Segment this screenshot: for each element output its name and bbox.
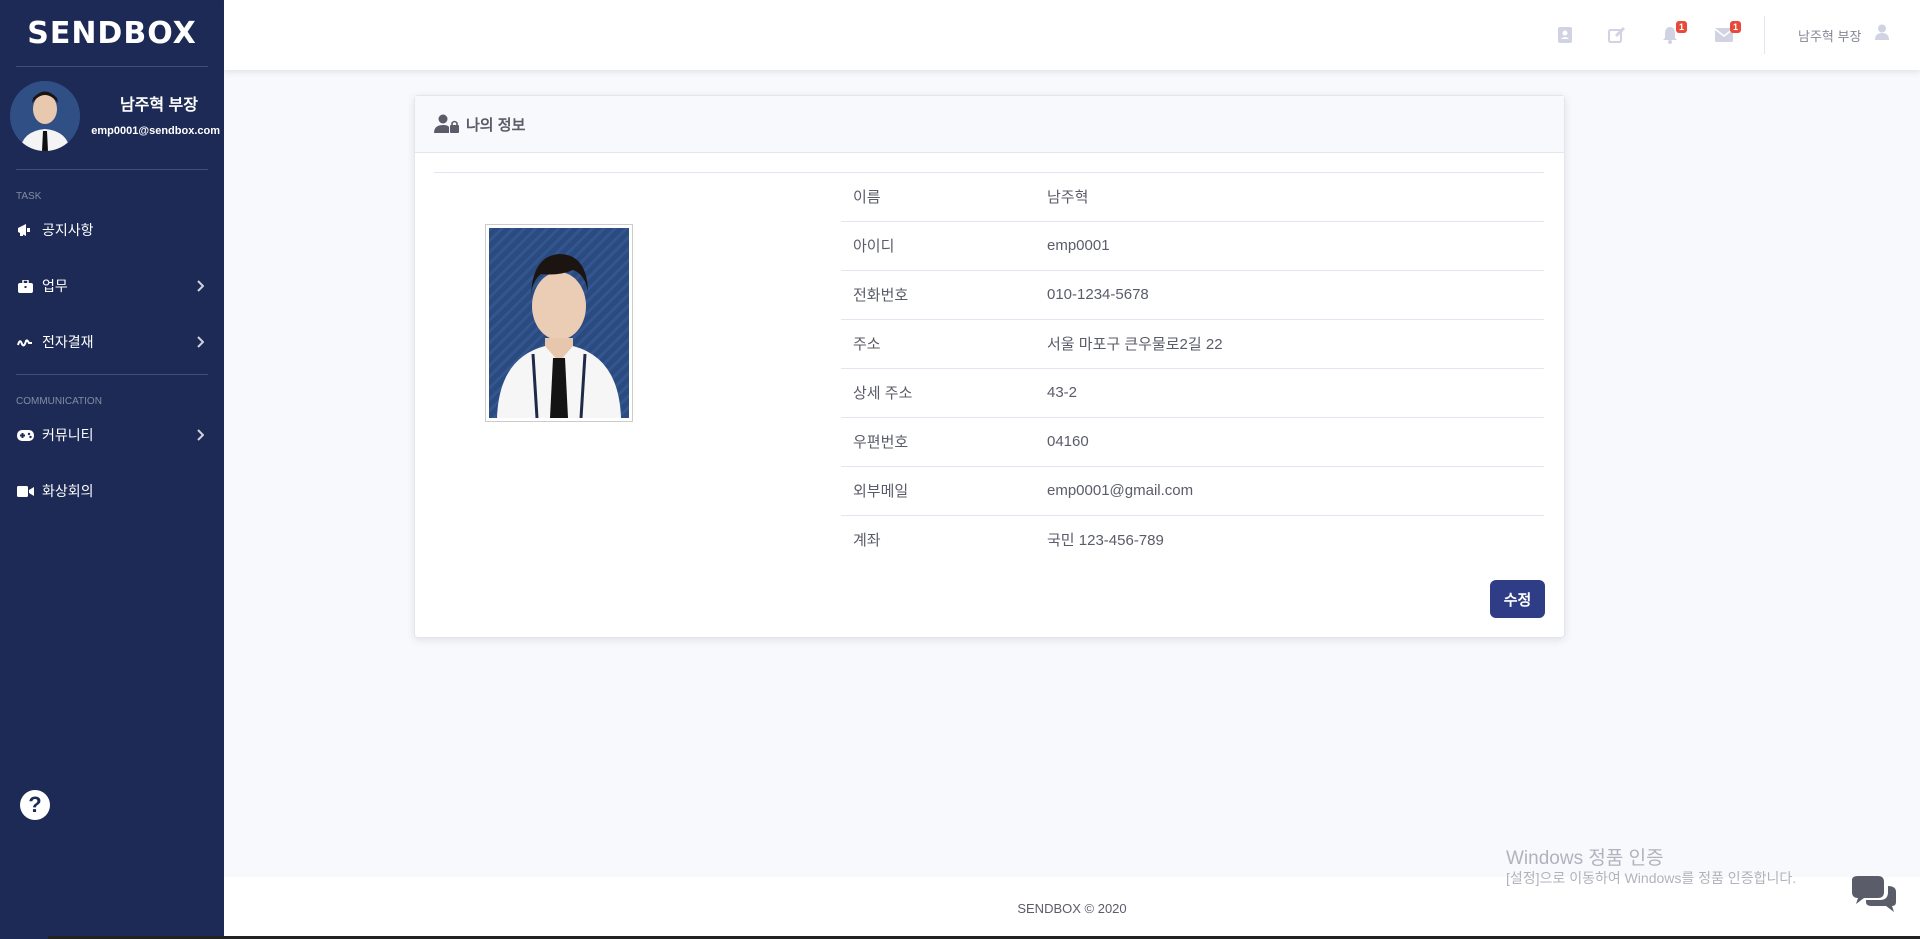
- video-icon: [16, 483, 34, 499]
- my-info-card: 나의 정보 이름 남주혁 아이디 emp0001 전화번호 010-1234-5…: [414, 95, 1565, 638]
- card-title: 나의 정보: [466, 116, 526, 134]
- sidebar-item-label: 전자결재: [42, 334, 94, 350]
- row-value: emp0001@gmail.com: [1047, 466, 1544, 516]
- megaphone-icon: [16, 222, 34, 238]
- sidebar-item-label: 업무: [42, 278, 68, 294]
- table-row: 외부메일 emp0001@gmail.com: [841, 466, 1544, 516]
- sidebar-item-label: 화상회의: [42, 483, 94, 499]
- table-row: 계좌 국민 123-456-789: [841, 515, 1544, 564]
- row-label: 전화번호: [841, 270, 1047, 320]
- row-value: 43-2: [1047, 368, 1544, 418]
- row-label: 주소: [841, 319, 1047, 369]
- card-header: 나의 정보: [415, 96, 1564, 153]
- row-value: 국민 123-456-789: [1047, 532, 1164, 550]
- row-value: 04160: [1047, 417, 1544, 467]
- row-value: 서울 마포구 큰우물로2길 22: [1047, 319, 1544, 369]
- row-label: 계좌: [853, 532, 881, 550]
- table-row: 우편번호 04160: [841, 417, 1544, 467]
- sidebar-divider: [16, 169, 208, 170]
- address-book-icon[interactable]: [1554, 24, 1576, 46]
- brand-logo[interactable]: SENDBOX: [0, 0, 224, 66]
- row-label: 우편번호: [841, 417, 1047, 467]
- table-row: 주소 서울 마포구 큰우물로2길 22: [841, 319, 1544, 369]
- sidebar-item-notice[interactable]: 공지사항: [0, 202, 224, 258]
- topbar: 1 1 남주혁 부장: [224, 0, 1920, 70]
- chevron-right-icon: [196, 279, 205, 295]
- row-label: 이름: [841, 172, 1047, 222]
- windows-activation-title: Windows 정품 인증: [1506, 848, 1664, 869]
- table-row: 전화번호 010-1234-5678: [841, 270, 1544, 320]
- avatar: [10, 81, 80, 151]
- windows-activation-message: [설정]으로 이동하여 Windows를 정품 인증합니다.: [1506, 870, 1797, 886]
- gamepad-icon: [16, 427, 34, 443]
- bell-icon[interactable]: 1: [1659, 21, 1687, 46]
- sidebar-item-label: 공지사항: [42, 222, 94, 238]
- edit-button[interactable]: 수정: [1490, 580, 1545, 618]
- topbar-user-name[interactable]: 남주혁 부장: [1798, 26, 1861, 45]
- row-label: 상세 주소: [841, 368, 1047, 418]
- table-row: 아이디 emp0001: [841, 221, 1544, 271]
- chevron-right-icon: [196, 428, 205, 444]
- profile-email: emp0001@sendbox.com: [91, 125, 220, 137]
- sidebar-divider: [16, 374, 208, 375]
- user-icon[interactable]: [1875, 24, 1889, 45]
- chat-icon[interactable]: [1850, 876, 1898, 919]
- user-lock-icon: [434, 114, 460, 134]
- briefcase-icon: [16, 278, 34, 294]
- sidebar-item-video-conference[interactable]: 화상회의: [0, 463, 224, 519]
- row-value: emp0001: [1047, 221, 1544, 271]
- sidebar-item-community[interactable]: 커뮤니티: [0, 407, 224, 463]
- sidebar: SENDBOX 남주혁 부장 emp0001@sendbox.com TASK …: [0, 0, 224, 939]
- messages-badge: 1: [1729, 21, 1741, 33]
- footer-text: SENDBOX © 2020: [1017, 900, 1127, 916]
- help-icon[interactable]: ?: [20, 790, 50, 820]
- row-label: 외부메일: [841, 466, 1047, 516]
- info-table: 이름 남주혁 아이디 emp0001 전화번호 010-1234-5678 주소 서울 …: [841, 172, 1544, 564]
- row-value: 남주혁: [1047, 172, 1544, 222]
- envelope-icon[interactable]: 1: [1713, 21, 1741, 46]
- sidebar-profile: 남주혁 부장 emp0001@sendbox.com: [0, 67, 224, 169]
- sidebar-heading-communication: COMMUNICATION: [16, 396, 102, 407]
- profile-name: 남주혁 부장: [119, 97, 198, 114]
- chevron-right-icon: [196, 335, 205, 351]
- edit-icon[interactable]: [1606, 24, 1628, 46]
- row-value: 010-1234-5678: [1047, 270, 1544, 320]
- profile-photo: [485, 224, 633, 422]
- sidebar-item-task[interactable]: 업무: [0, 258, 224, 314]
- sidebar-item-approval[interactable]: 전자결재: [0, 314, 224, 370]
- table-row: 이름 남주혁: [841, 172, 1544, 222]
- alerts-badge: 1: [1675, 21, 1687, 33]
- sidebar-heading-task: TASK: [16, 191, 42, 202]
- topbar-divider: [1764, 16, 1765, 54]
- sidebar-item-label: 커뮤니티: [42, 427, 94, 443]
- signature-icon: [16, 334, 34, 350]
- row-label: 아이디: [841, 221, 1047, 271]
- table-row: 상세 주소 43-2: [841, 368, 1544, 418]
